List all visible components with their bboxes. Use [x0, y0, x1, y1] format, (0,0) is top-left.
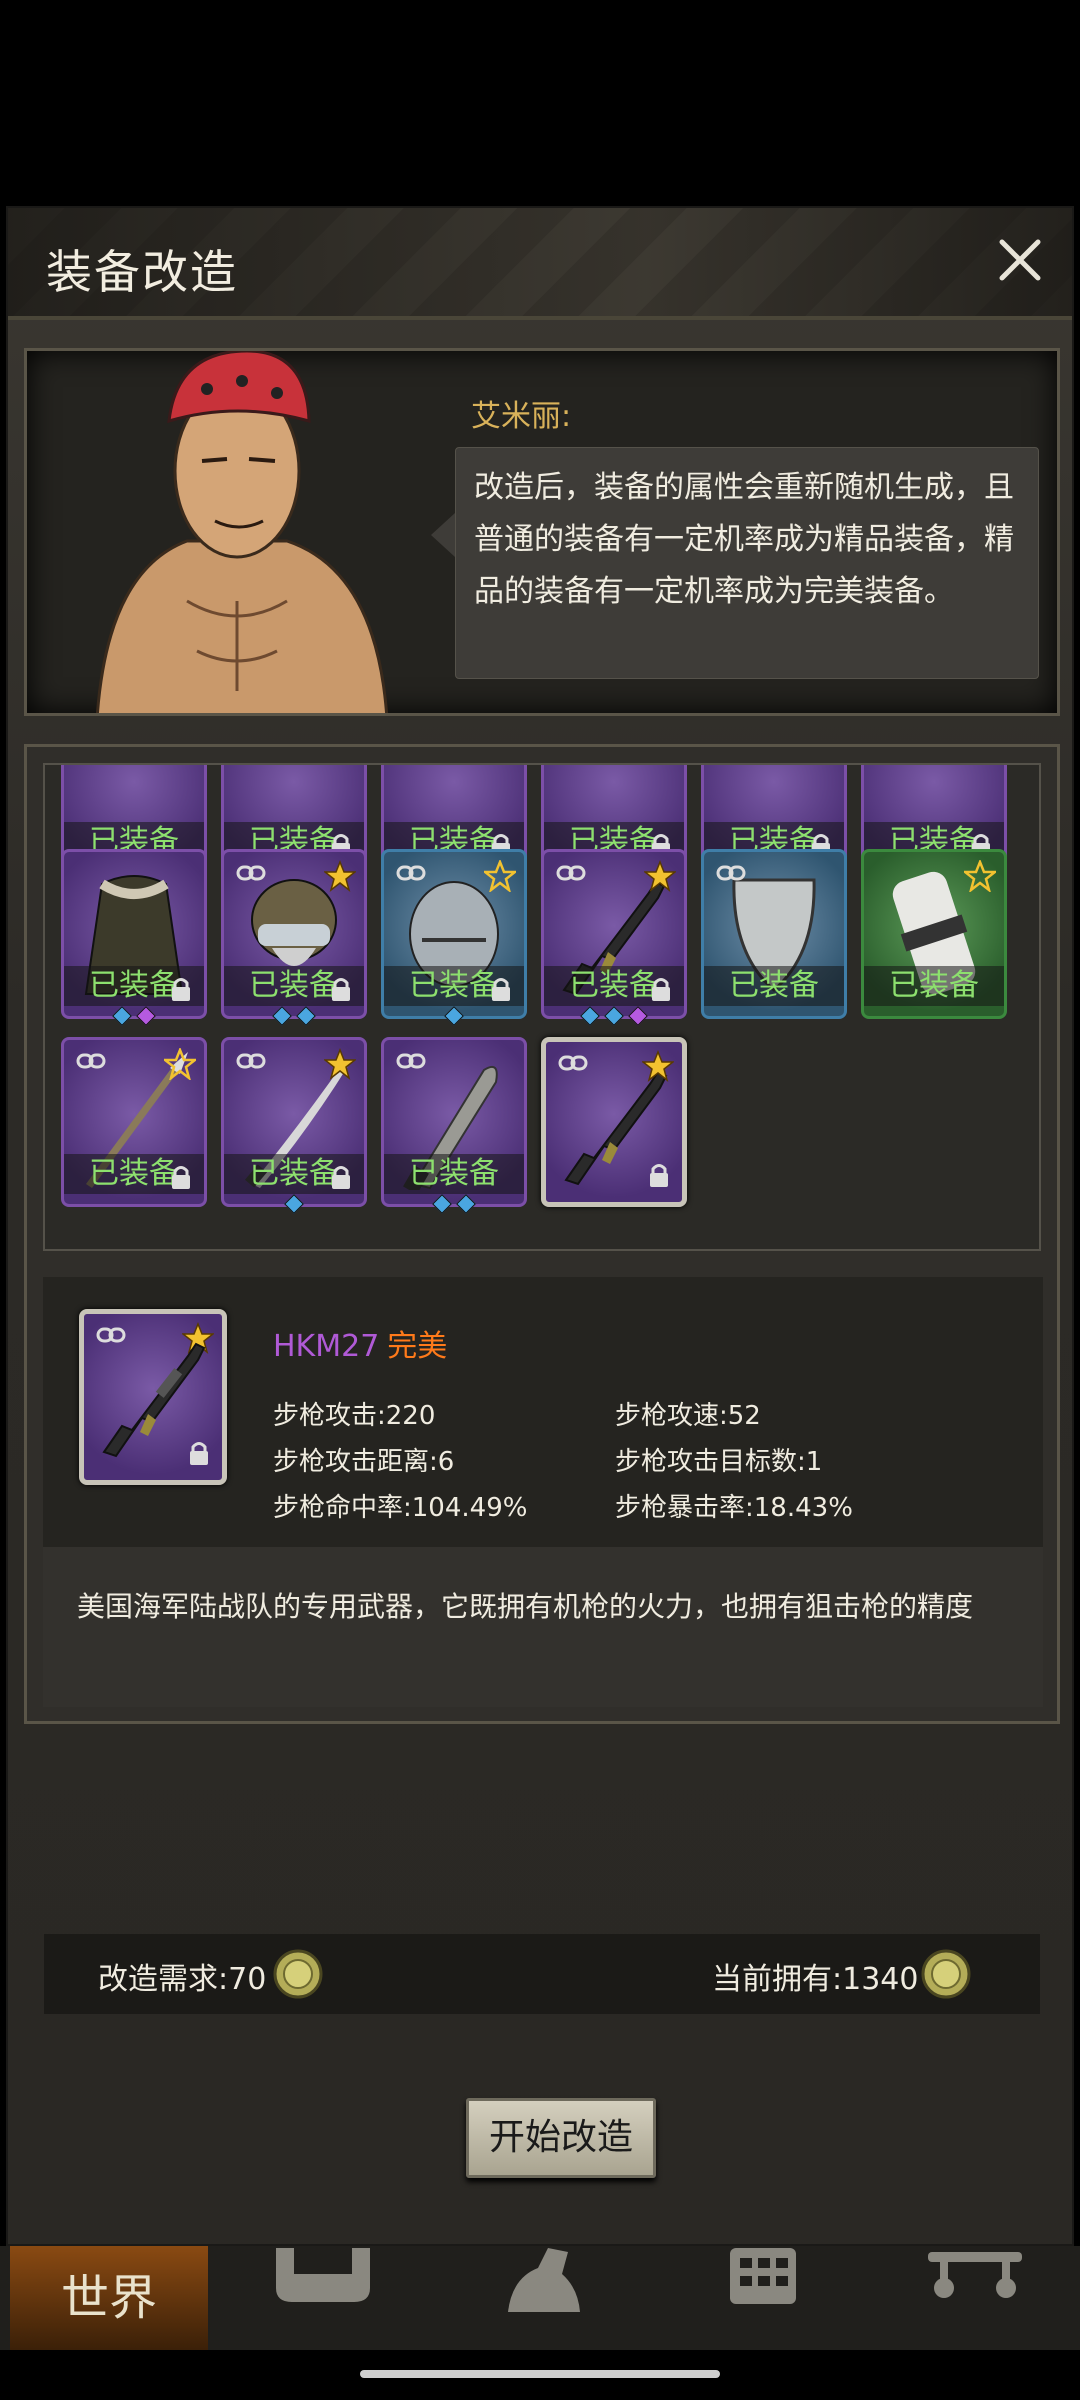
owned-currency: 当前拥有:1340 — [712, 1962, 919, 1997]
inventory-item[interactable]: 已装备 — [221, 849, 367, 1026]
link-icon — [716, 865, 746, 881]
gem-slots — [384, 1006, 524, 1028]
lock-icon — [332, 978, 350, 1001]
equipment-modify-panel: 装备改造 艾米丽: 改造后，装备的属性会重新随机生成，且普通的装备有一定机率成为… — [6, 206, 1074, 2246]
gem-slots — [224, 1006, 364, 1028]
npc-portrait — [96, 351, 388, 713]
nav-world-tab[interactable]: 世界 — [10, 2246, 208, 2350]
inventory-item[interactable]: 已装备 — [61, 849, 207, 1026]
page-title: 装备改造 — [46, 245, 238, 299]
lock-icon — [492, 978, 510, 1001]
weapon-stat: 步枪攻击目标数:1 — [615, 1447, 823, 1477]
gold-star-icon — [644, 860, 676, 892]
gem-icon — [284, 1194, 304, 1214]
gold-star-icon — [642, 1050, 674, 1082]
inventory-item[interactable]: 已装备 — [541, 849, 687, 1026]
link-icon — [236, 865, 266, 881]
weapon-stat: 步枪命中率:104.49% — [273, 1493, 528, 1523]
gem-icon — [112, 1006, 132, 1026]
gem-icon — [272, 1006, 292, 1026]
character-icon[interactable] — [488, 2248, 598, 2312]
building-icon[interactable] — [708, 2248, 818, 2312]
gem-icon — [444, 1006, 464, 1026]
weapon-quality: 完美 — [387, 1329, 448, 1364]
inventory-item-selected[interactable] — [541, 1037, 687, 1207]
lock-icon — [172, 978, 190, 1001]
modify-cost: 改造需求:70 — [98, 1962, 267, 1997]
gem-icon — [580, 1006, 600, 1026]
close-icon[interactable] — [990, 230, 1050, 290]
weapon-name-text: HKM27 — [273, 1329, 380, 1364]
lock-icon — [650, 1164, 668, 1187]
coin-icon — [921, 1949, 971, 1999]
link-icon — [556, 865, 586, 881]
inventory-item[interactable]: 已装备 — [701, 849, 847, 1019]
bottom-nav: 世界 — [0, 2246, 1080, 2350]
vehicle-icon[interactable] — [920, 2248, 1030, 2312]
npc-name: 艾米丽: — [471, 399, 572, 434]
gold-star-icon — [324, 860, 356, 892]
start-modify-button[interactable]: 开始改造 — [466, 2098, 656, 2178]
gem-icon — [432, 1194, 452, 1214]
equipped-label: 已装备 — [384, 1154, 524, 1194]
link-icon — [236, 1053, 266, 1069]
gem-slots — [224, 1194, 364, 1216]
coin-icon — [273, 1949, 323, 1999]
weapon-stat: 步枪攻速:52 — [615, 1401, 761, 1431]
inventory-item[interactable]: 已装备 — [861, 849, 1007, 1019]
link-icon — [558, 1055, 588, 1071]
equipped-label: 已装备 — [704, 966, 844, 1006]
gold-star-icon — [324, 1048, 356, 1080]
gem-icon — [296, 1006, 316, 1026]
lock-icon — [652, 978, 670, 1001]
npc-dialog: 艾米丽: 改造后，装备的属性会重新随机生成，且普通的装备有一定机率成为精品装备，… — [24, 348, 1060, 716]
panel-header: 装备改造 — [8, 208, 1072, 320]
lock-icon — [190, 1442, 208, 1465]
gem-icon — [136, 1006, 156, 1026]
outline-star-icon — [484, 860, 516, 892]
gem-icon — [456, 1194, 476, 1214]
outline-star-icon — [164, 1048, 196, 1080]
gem-slots — [64, 1006, 204, 1028]
inventory-item[interactable]: 已装备 — [61, 1037, 207, 1207]
system-nav-bar — [0, 2350, 1080, 2400]
weapon-description: 美国海军陆战队的专用武器，它既拥有机枪的火力，也拥有狙击枪的精度 — [43, 1547, 1043, 1707]
lock-icon — [172, 1166, 190, 1189]
gem-icon — [628, 1006, 648, 1026]
inventory-item[interactable]: 已装备 — [221, 1037, 367, 1214]
lock-icon — [332, 1166, 350, 1189]
weapon-name: HKM27 完美 — [273, 1321, 447, 1365]
link-icon — [396, 865, 426, 881]
inventory-section: 已装备 已装备 已装备 已装备 已装备 已装备 已装备 已装备 已装备 已装备 已装备 已装备 已装备已… — [24, 744, 1060, 1724]
inventory-item[interactable]: 已装备 — [381, 849, 527, 1026]
link-icon — [76, 1053, 106, 1069]
outline-star-icon — [964, 860, 996, 892]
link-icon — [396, 1053, 426, 1069]
backpack-icon[interactable] — [268, 2248, 378, 2312]
home-indicator[interactable] — [360, 2370, 720, 2378]
selected-item-icon — [79, 1309, 227, 1485]
inventory-item[interactable]: 已装备 — [381, 1037, 527, 1214]
weapon-stat: 步枪暴击率:18.43% — [615, 1493, 853, 1523]
cost-bar: 改造需求:70 当前拥有:1340 — [44, 1934, 1040, 2014]
weapon-stat: 步枪攻击:220 — [273, 1401, 436, 1431]
equipped-label: 已装备 — [864, 966, 1004, 1006]
gem-icon — [604, 1006, 624, 1026]
status-bar-area — [0, 0, 1080, 206]
npc-speech-bubble: 改造后，装备的属性会重新随机生成，且普通的装备有一定机率成为精品装备，精品的装备… — [455, 447, 1039, 679]
gem-slots — [544, 1006, 684, 1028]
inventory-grid[interactable]: 已装备 已装备 已装备 已装备 已装备 已装备 已装备 已装备 已装备 已装备 已装备 已装备 已装备已… — [43, 763, 1041, 1251]
weapon-stat: 步枪攻击距离:6 — [273, 1447, 455, 1477]
item-detail: HKM27 完美 步枪攻击:220 步枪攻速:52 步枪攻击距离:6 步枪攻击目标数:1… — [43, 1277, 1043, 1707]
gem-slots — [384, 1194, 524, 1216]
